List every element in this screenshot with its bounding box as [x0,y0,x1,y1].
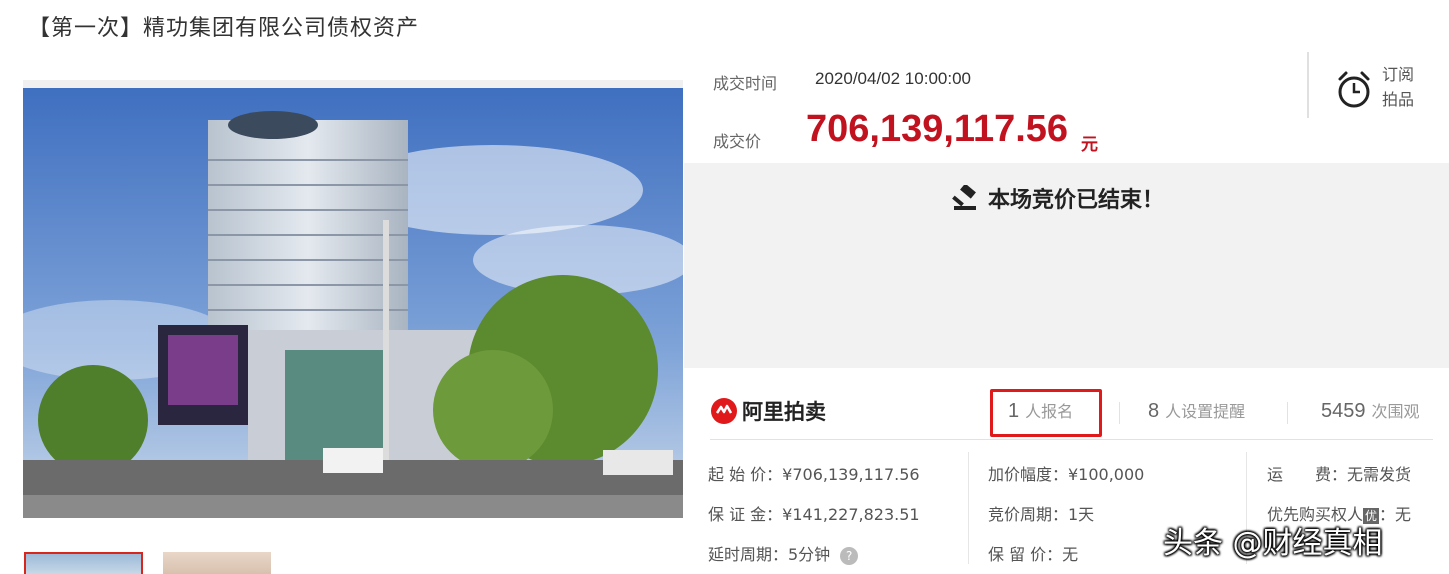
column-divider [968,452,969,564]
watermark: 头条 @财经真相 [1163,526,1383,561]
ali-auction-logo[interactable]: 阿里拍卖 [710,396,826,426]
extension-text: 延时周期：5分钟 [708,545,831,564]
reminder-label: 人设置提醒 [1165,402,1246,421]
subscribe-button[interactable]: 订阅 拍品 [1382,62,1414,112]
reminder-count: 8 [1148,400,1160,422]
help-icon[interactable]: ? [840,546,859,565]
thumbnail-1[interactable] [24,552,143,574]
shipping-fee: 运 费：无需发货 [1267,465,1412,484]
reserve-price: 保 留 价：无 [988,545,1079,564]
view-count: 5459 [1321,400,1366,422]
deal-price-unit: 元 [1081,135,1098,155]
page-title: 【第一次】精功集团有限公司债权资产 [28,16,420,41]
deposit: 保 证 金：¥141,227,823.51 [708,505,920,524]
subscribe-line-2: 拍品 [1382,90,1415,109]
bid-increment: 加价幅度：¥100,000 [988,465,1145,484]
stat-divider [1119,402,1120,424]
logo-text: 阿里拍卖 [742,400,826,424]
stat-divider [1287,402,1288,424]
deal-time-label: 成交时间 [713,74,778,93]
deal-time-value: 2020/04/02 10:00:00 [815,69,971,88]
signup-highlight-box [990,389,1102,437]
priority-value: ：无 [1379,505,1412,524]
view-label: 次围观 [1371,402,1420,421]
reminder-stat: 8 人设置提醒 [1148,398,1245,423]
deal-price-value: 706,139,117.56 [806,108,1069,150]
start-price: 起 始 价：¥706,139,117.56 [708,465,920,484]
subscribe-line-1: 订阅 [1382,65,1415,84]
view-stat: 5459 次围观 [1321,398,1420,423]
bid-cycle: 竞价周期：1天 [988,505,1095,524]
extension-period: 延时周期：5分钟? [708,541,859,565]
gavel-icon [952,185,976,210]
thumbnail-2[interactable] [163,552,271,574]
stats-divider [710,439,1433,440]
auction-ended-text: 本场竞价已结束！ [988,188,1165,213]
alarm-clock-icon[interactable] [1336,70,1372,110]
auction-ended-notice: 本场竞价已结束！ [952,182,1164,214]
alibaba-logo-icon [711,398,737,424]
deal-price-label: 成交价 [713,132,762,151]
building-photo [23,88,683,518]
subscribe-divider [1307,52,1309,118]
main-photo[interactable] [23,80,683,518]
